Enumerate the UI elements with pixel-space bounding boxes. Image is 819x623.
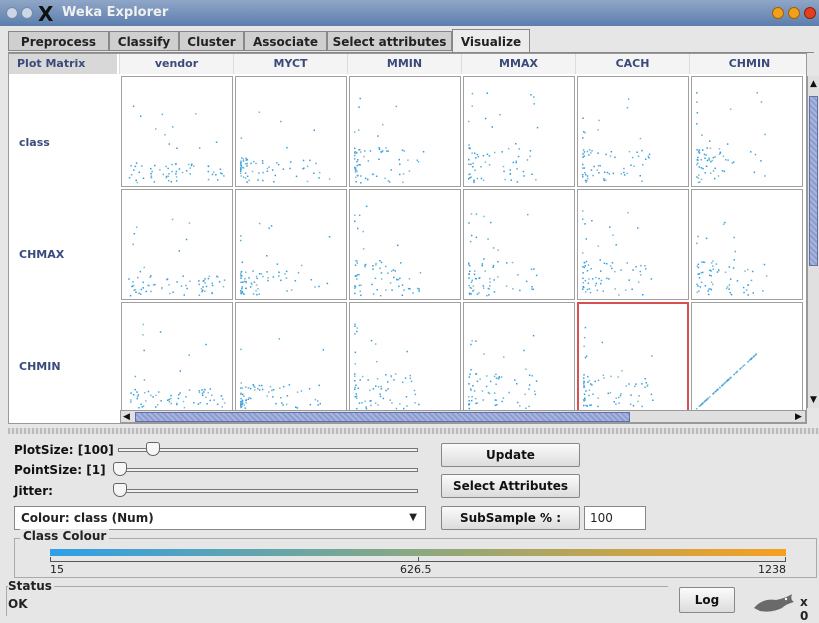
subsample-input[interactable]: 100 xyxy=(584,506,646,530)
row-header-class: class xyxy=(19,136,50,149)
vertical-scroll-thumb[interactable] xyxy=(809,96,818,266)
plot-size-slider[interactable] xyxy=(118,448,418,452)
select-attributes-button[interactable]: Select Attributes xyxy=(441,474,580,498)
scatter-cell-chmax-cach[interactable] xyxy=(577,189,689,300)
scatter-cell-chmax-mmax[interactable] xyxy=(463,189,575,300)
row-header-chmin: CHMIN xyxy=(19,360,61,373)
tab-preprocess[interactable]: Preprocess xyxy=(8,31,109,51)
task-count: x 0 xyxy=(800,595,809,623)
tab-classify[interactable]: Classify xyxy=(109,31,179,51)
update-button[interactable]: Update xyxy=(441,443,580,467)
scatter-cell-chmax-myct[interactable] xyxy=(235,189,347,300)
jitter-label: Jitter: xyxy=(14,484,53,498)
scatter-cell-class-mmax[interactable] xyxy=(463,76,575,187)
status-text: OK xyxy=(8,597,28,611)
plot-size-slider-knob[interactable] xyxy=(146,442,160,456)
scatter-cell-class-chmin[interactable] xyxy=(691,76,803,187)
class-colour-tick xyxy=(50,557,51,562)
tab-visualize[interactable]: Visualize xyxy=(452,29,530,52)
scatter-cell-class-mmin[interactable] xyxy=(349,76,461,187)
colour-select[interactable]: Colour: class (Num) ▼ xyxy=(14,506,426,530)
subsample-label: SubSample % : xyxy=(441,506,580,530)
column-header-mmax: MMAX xyxy=(461,54,575,74)
jitter-slider[interactable] xyxy=(118,489,418,493)
horizontal-scroll-thumb[interactable] xyxy=(135,412,630,422)
chevron-down-icon[interactable]: ▼ xyxy=(409,507,417,529)
column-header-cach: CACH xyxy=(575,54,689,74)
scatter-cell-class-cach[interactable] xyxy=(577,76,689,187)
class-colour-gradient xyxy=(50,549,786,556)
row-header-chmax: CHMAX xyxy=(19,248,65,261)
plot-size-label: PlotSize: [100] xyxy=(14,443,114,457)
colour-select-value: Colour: class (Num) xyxy=(21,511,154,525)
column-header-myct: MYCT xyxy=(233,54,347,74)
window-shade-icon[interactable] xyxy=(21,7,33,19)
class-colour-title: Class Colour xyxy=(20,529,110,543)
point-size-slider-knob[interactable] xyxy=(113,462,127,476)
scatter-cell-chmax-mmin[interactable] xyxy=(349,189,461,300)
plot-matrix-label: Plot Matrix xyxy=(9,54,117,74)
column-header-vendor: vendor xyxy=(119,54,233,74)
window-close-icon[interactable] xyxy=(6,7,18,19)
log-button[interactable]: Log xyxy=(679,587,735,613)
scatter-cell-chmin-myct[interactable] xyxy=(235,302,347,413)
x-logo-icon: X xyxy=(38,2,54,26)
plot-matrix[interactable]: Plot Matrix vendor MYCT MMIN MMAX CACH C… xyxy=(8,53,807,424)
scatter-cell-chmin-chmin[interactable] xyxy=(691,302,803,413)
weka-bird-icon xyxy=(754,594,794,612)
class-colour-min: 15 xyxy=(50,563,64,576)
class-colour-tick xyxy=(785,557,786,562)
tab-associate[interactable]: Associate xyxy=(244,31,327,51)
horizontal-scrollbar[interactable]: ◀ ▶ xyxy=(120,410,806,423)
status-title: Status xyxy=(8,579,54,593)
title-bar: X Weka Explorer xyxy=(0,0,819,26)
tab-select-attributes[interactable]: Select attributes xyxy=(327,31,452,51)
scatter-cell-chmax-vendor[interactable] xyxy=(121,189,233,300)
scatter-cell-chmin-cach[interactable] xyxy=(577,302,689,413)
class-colour-mid: 626.5 xyxy=(400,563,432,576)
scatter-cell-chmin-mmax[interactable] xyxy=(463,302,575,413)
point-size-slider[interactable] xyxy=(118,468,418,472)
window-minimize-icon[interactable] xyxy=(772,7,784,19)
scroll-up-icon[interactable]: ▲ xyxy=(810,78,817,90)
scatter-cell-chmin-mmin[interactable] xyxy=(349,302,461,413)
scatter-cell-chmin-vendor[interactable] xyxy=(121,302,233,413)
window-title: Weka Explorer xyxy=(62,5,169,20)
point-size-label: PointSize: [1] xyxy=(14,463,106,477)
column-header-mmin: MMIN xyxy=(347,54,461,74)
split-pane-divider[interactable] xyxy=(8,428,819,434)
column-header-chmin: CHMIN xyxy=(689,54,806,74)
tab-cluster[interactable]: Cluster xyxy=(179,31,244,51)
class-colour-tick xyxy=(418,557,419,562)
scatter-cell-chmax-chmin[interactable] xyxy=(691,189,803,300)
class-colour-max: 1238 xyxy=(758,563,786,576)
status-panel xyxy=(6,586,668,616)
jitter-slider-knob[interactable] xyxy=(113,483,127,497)
window-maximize-icon[interactable] xyxy=(788,7,800,19)
scroll-left-icon[interactable]: ◀ xyxy=(123,411,130,423)
scatter-cell-class-vendor[interactable] xyxy=(121,76,233,187)
scatter-cell-class-myct[interactable] xyxy=(235,76,347,187)
window-close-right-icon[interactable] xyxy=(804,7,816,19)
scroll-down-icon[interactable]: ▼ xyxy=(810,394,817,406)
scroll-right-icon[interactable]: ▶ xyxy=(795,411,802,423)
vertical-scrollbar[interactable]: ▲ ▼ xyxy=(807,76,819,408)
